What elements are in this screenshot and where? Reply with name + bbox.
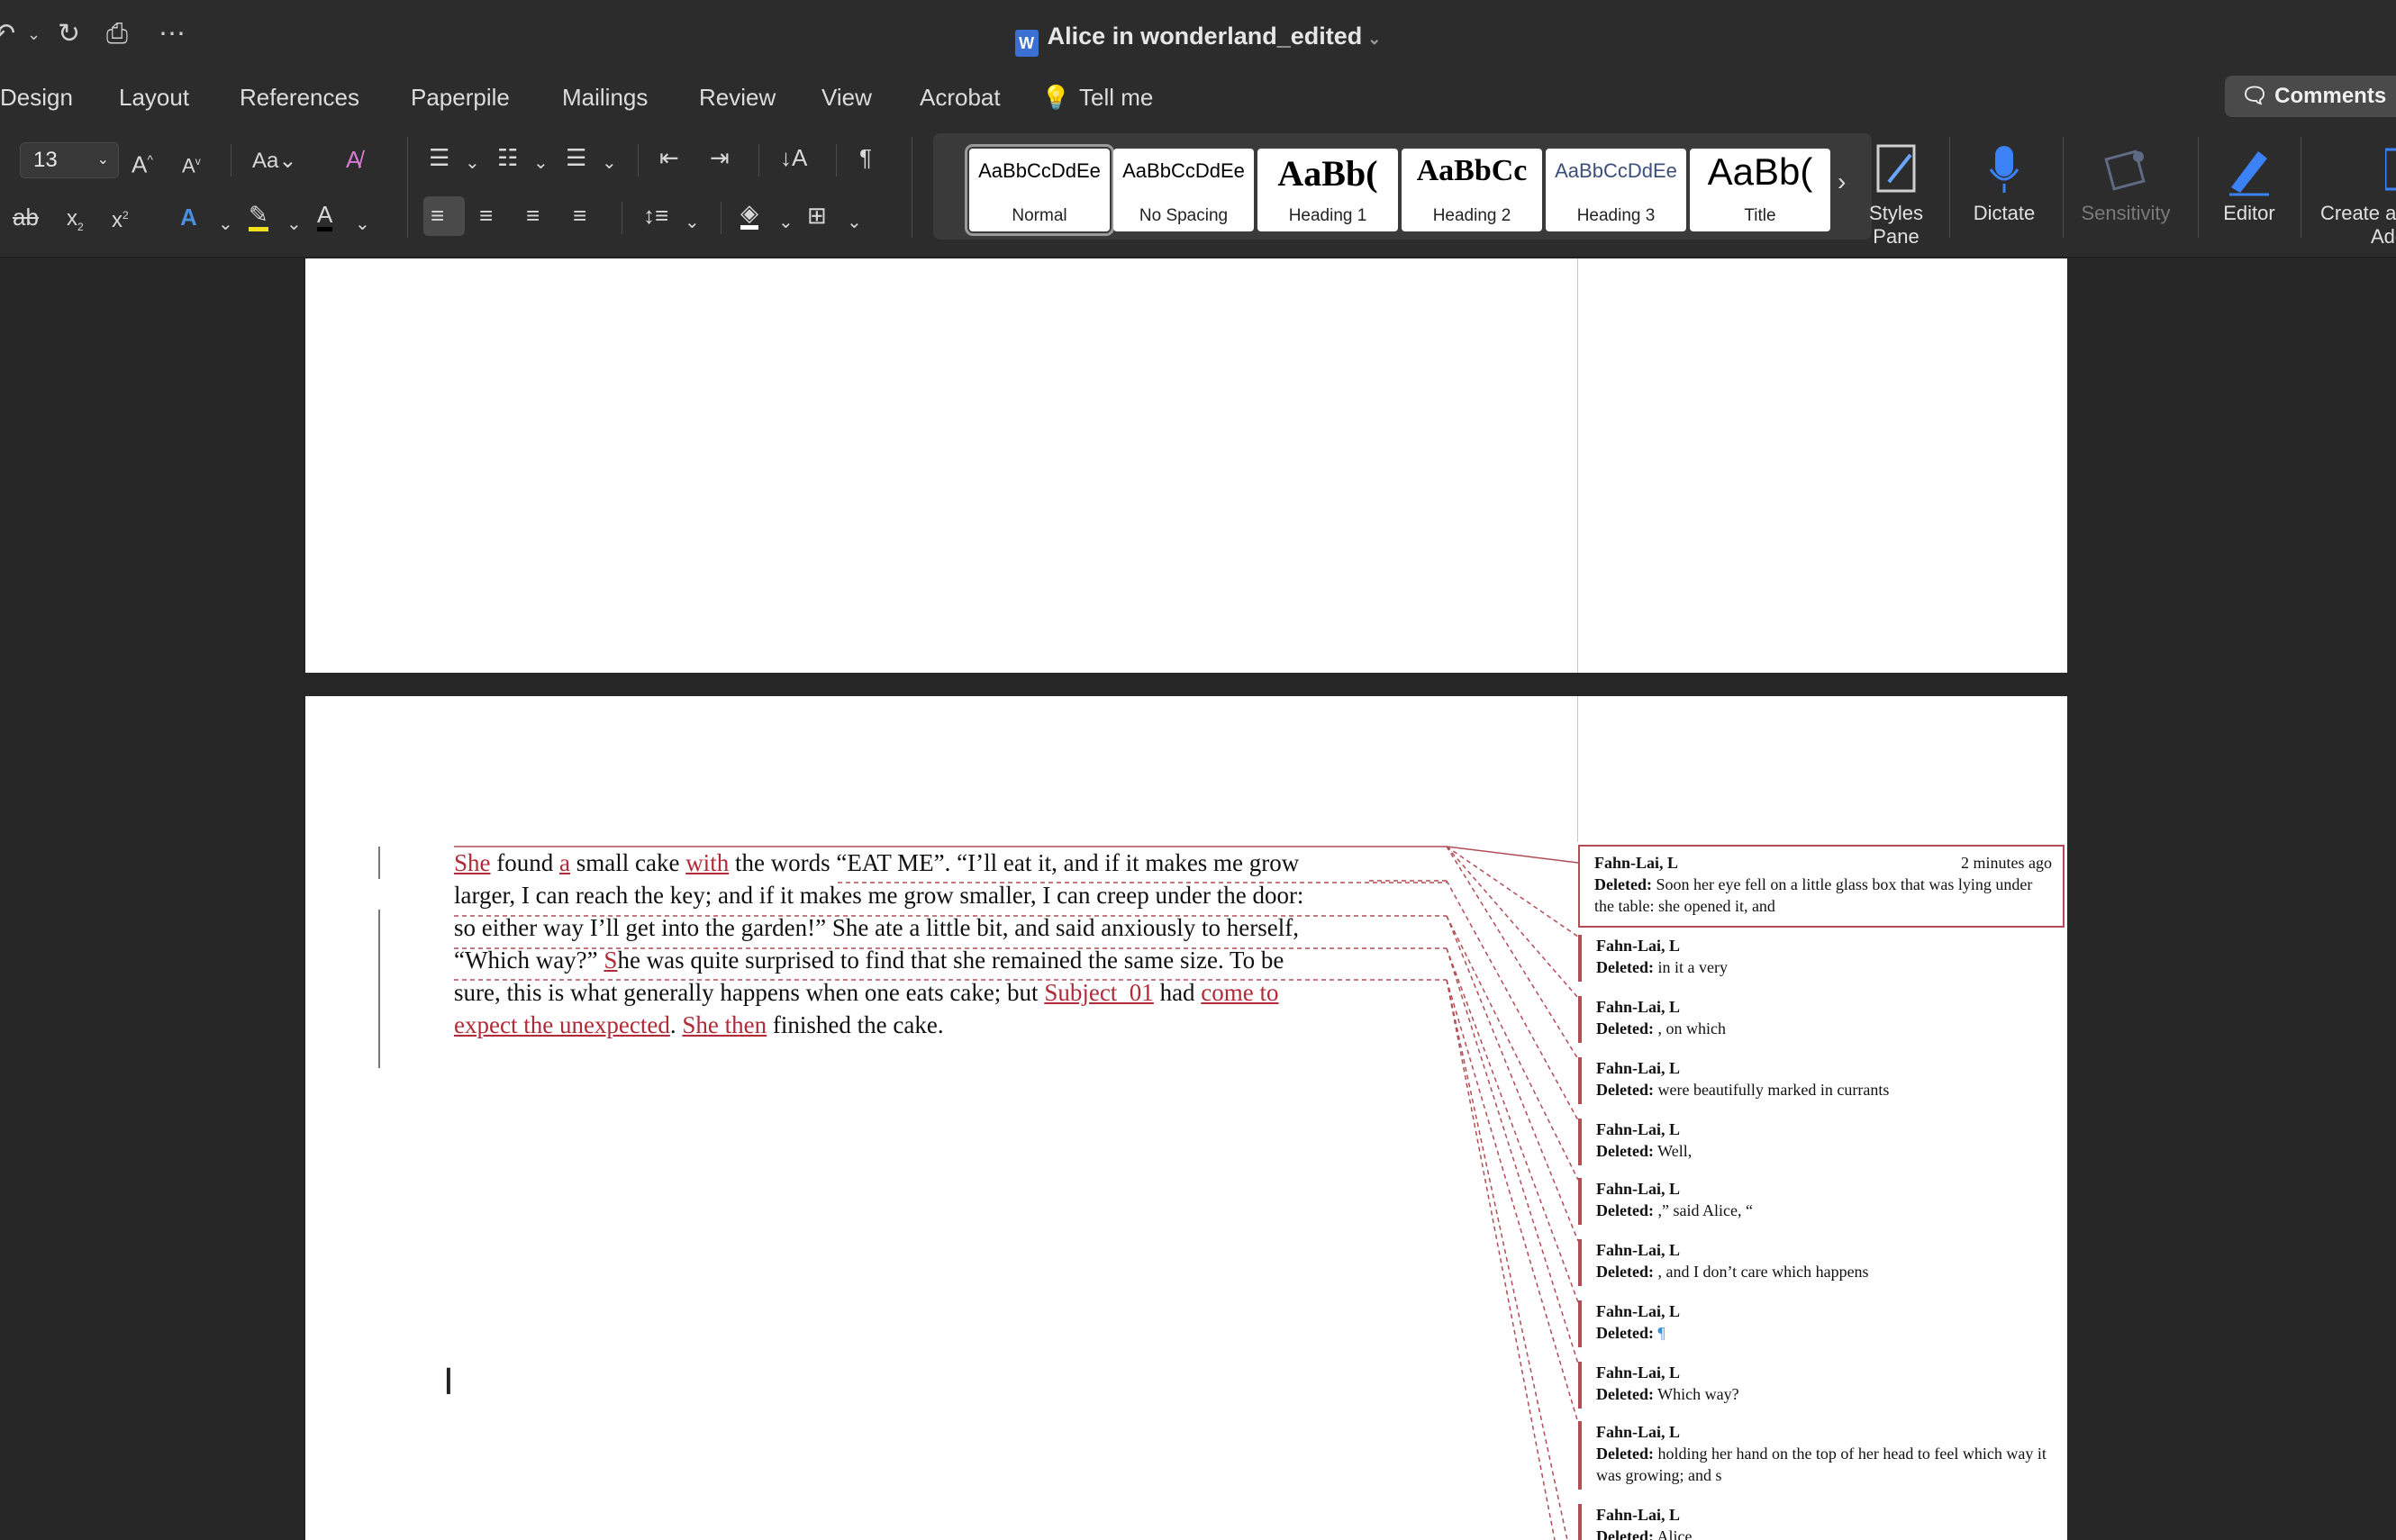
inserted-text: with <box>685 849 730 876</box>
text-line: She found a small cake with the words “E… <box>454 847 1409 879</box>
revision-label: Deleted: <box>1596 1081 1654 1099</box>
text-run: found <box>490 849 559 876</box>
i-beam-cursor-icon: I <box>443 1362 454 1403</box>
text-line: so either way I’ll get into the garden!”… <box>454 911 1409 944</box>
text-line: expect the unexpected. She then finished… <box>454 1009 1409 1041</box>
inserted-text: a <box>559 849 570 876</box>
text-run: . <box>669 1011 683 1038</box>
text-run: so either way I’ll get into the garden!”… <box>454 914 1299 941</box>
revision-balloon[interactable]: Fahn-Lai, L Deleted: Alice <box>1578 1504 2065 1540</box>
revision-balloon[interactable]: Fahn-Lai, L Deleted: ¶ <box>1578 1300 2065 1347</box>
revision-balloon[interactable]: Fahn-Lai, L Deleted: were beautifully ma… <box>1578 1057 2065 1104</box>
revision-text: Well, <box>1657 1142 1693 1160</box>
revision-author: Fahn-Lai, L <box>1594 854 1679 872</box>
revision-author: Fahn-Lai, L <box>1596 1241 1681 1259</box>
text-run: small cake <box>569 849 686 876</box>
revision-balloon[interactable]: Fahn-Lai, L Deleted: in it a very <box>1578 935 2065 982</box>
inserted-text: come to <box>1201 979 1279 1006</box>
revision-text: Which way? <box>1657 1385 1739 1403</box>
text-run: he was quite surprised to find that she … <box>617 947 1284 974</box>
revision-label: Deleted: <box>1596 1263 1654 1281</box>
revision-balloon[interactable]: Fahn-Lai, L Deleted: Well, <box>1578 1119 2065 1165</box>
text-run: “Which way?” <box>454 947 604 974</box>
revision-label: Deleted: <box>1596 1142 1654 1160</box>
revision-text: holding her hand on the top of her head … <box>1596 1445 2047 1484</box>
revision-balloon[interactable]: Fahn-Lai, L Deleted: Which way? <box>1578 1362 2065 1409</box>
text-run: the words “EAT ME”. “I’ll eat it, and if… <box>729 849 1300 876</box>
revision-balloon[interactable]: Fahn-Lai, L Deleted: ,” said Alice, “ <box>1578 1178 2065 1225</box>
revision-label: Deleted: <box>1596 1445 1654 1463</box>
revision-author: Fahn-Lai, L <box>1596 1059 1681 1077</box>
revision-text: , on which <box>1657 1019 1726 1037</box>
text-run: larger, I can reach the key; and if it m… <box>454 882 1304 909</box>
revision-label: Deleted: <box>1596 1019 1654 1037</box>
revision-text: ,” said Alice, “ <box>1657 1201 1753 1219</box>
text-line: larger, I can reach the key; and if it m… <box>454 879 1409 911</box>
revision-author: Fahn-Lai, L <box>1596 1120 1681 1138</box>
revision-label: Deleted: <box>1596 1385 1654 1403</box>
text-run: had <box>1153 979 1202 1006</box>
revision-author: Fahn-Lai, L <box>1596 998 1681 1016</box>
revision-label: Deleted: <box>1596 958 1654 976</box>
revision-author: Fahn-Lai, L <box>1596 1423 1681 1441</box>
inserted-text: She then <box>682 1011 767 1038</box>
revision-author: Fahn-Lai, L <box>1596 1180 1681 1198</box>
revision-author: Fahn-Lai, L <box>1596 1363 1681 1381</box>
revision-label: Deleted: <box>1596 1201 1654 1219</box>
revision-text: ¶ <box>1657 1324 1665 1342</box>
inserted-text: expect the unexpected <box>454 1011 670 1038</box>
text-run: sure, this is what generally happens whe… <box>454 979 1045 1006</box>
revision-text: Soon her eye fell on a little glass box … <box>1594 875 2033 915</box>
inserted-text: Subject_01 <box>1044 979 1154 1006</box>
revision-balloon[interactable]: Fahn-Lai, L 2 minutes ago Deleted: Soon h… <box>1578 845 2065 928</box>
revision-text: were beautifully marked in currants <box>1657 1081 1890 1099</box>
revision-balloon[interactable]: Fahn-Lai, L Deleted: , and I don’t care … <box>1578 1239 2065 1286</box>
revision-label: Deleted: <box>1596 1324 1654 1342</box>
revision-author: Fahn-Lai, L <box>1596 1506 1681 1524</box>
text-line: “Which way?” She was quite surprised to … <box>454 944 1409 976</box>
text-run: finished the cake. <box>767 1011 944 1038</box>
revision-balloon[interactable]: Fahn-Lai, L Deleted: , on which <box>1578 996 2065 1043</box>
document-body[interactable]: She found a small cake with the words “E… <box>454 847 1409 1041</box>
inserted-text: S <box>604 947 618 974</box>
revision-text: in it a very <box>1657 958 1728 976</box>
revision-balloon[interactable]: Fahn-Lai, L Deleted: holding her hand on… <box>1578 1421 2065 1490</box>
revision-label: Deleted: <box>1594 875 1652 893</box>
revision-text: Alice <box>1656 1527 1693 1540</box>
revision-author: Fahn-Lai, L <box>1596 937 1681 955</box>
revision-text: , and I don’t care which happens <box>1657 1263 1869 1281</box>
text-line: sure, this is what generally happens whe… <box>454 976 1409 1009</box>
revision-author: Fahn-Lai, L <box>1596 1302 1681 1320</box>
inserted-text: She <box>454 849 491 876</box>
revision-time: 2 minutes ago <box>1961 854 2052 872</box>
revision-label: Deleted: <box>1596 1527 1654 1540</box>
